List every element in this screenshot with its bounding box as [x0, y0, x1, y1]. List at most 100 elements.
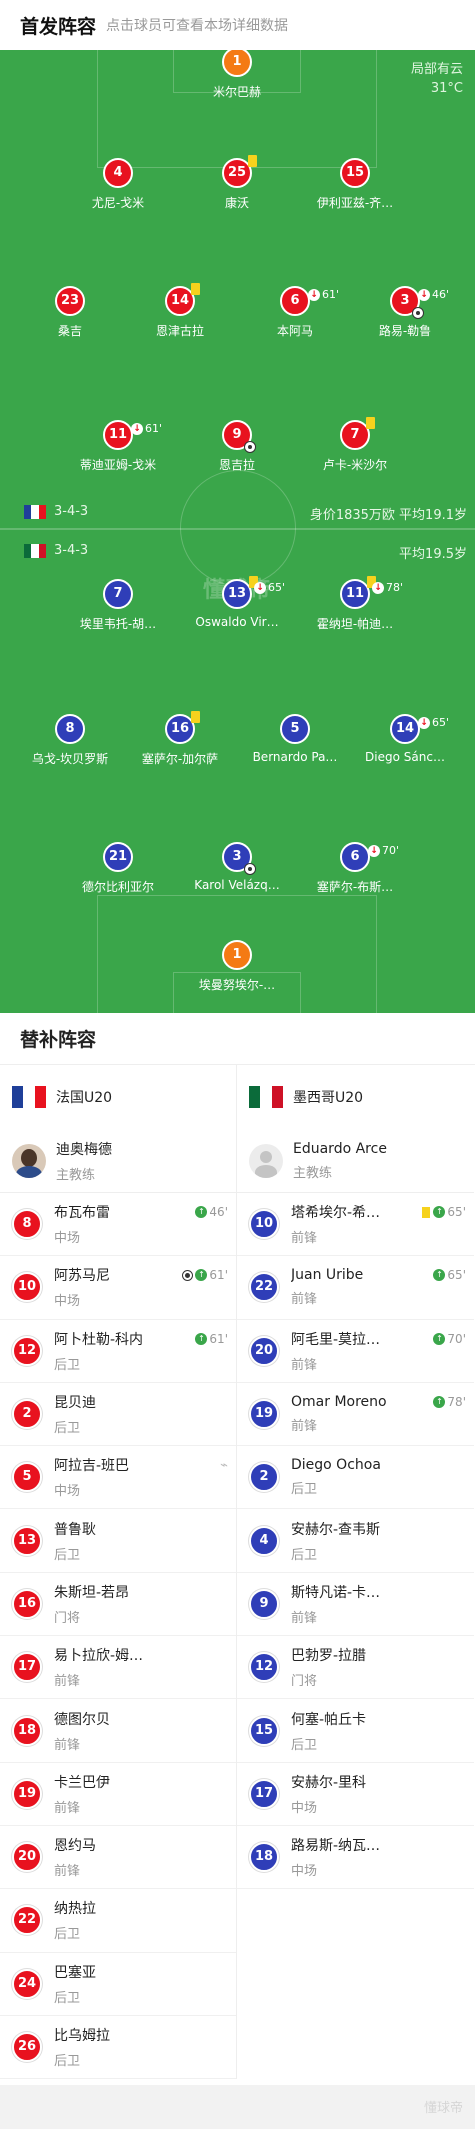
sub-minute: 70' — [382, 844, 400, 857]
player-name: 塞萨尔-加尔萨 — [141, 752, 219, 766]
player-away-def-3[interactable]: 6 ↓ 70' 塞萨尔-布斯… — [295, 842, 415, 895]
player-home-fwd-3[interactable]: 7 卢卡-米沙尔 — [295, 417, 415, 473]
sub-in-icon: ↑ — [433, 1206, 446, 1218]
player-number: 13 — [227, 586, 247, 601]
player-number: 25 — [227, 165, 247, 180]
sub-player-row[interactable]: 18 路易斯-纳瓦… 中场 — [237, 1826, 474, 1890]
player-home-def-1[interactable]: 4 尤尼-戈米 — [58, 158, 178, 211]
sub-player-row[interactable]: 8 布瓦布雷 中场 ↑ 46' — [0, 1193, 236, 1257]
sub-player-row[interactable]: 9 斯特凡诺-卡… 前锋 — [237, 1573, 474, 1637]
sub-player-row[interactable]: 15 何塞-帕丘卡 后卫 — [237, 1699, 474, 1763]
sub-player-position: 后卫 — [54, 1547, 81, 1563]
sub-player-name: 路易斯-纳瓦… — [291, 1838, 381, 1855]
player-away-fwd-2[interactable]: 13 ↓ 65' Oswaldo Vir… — [177, 576, 297, 629]
away-coach-row[interactable]: Eduardo Arce 主教练 — [237, 1129, 474, 1193]
player-away-gk[interactable]: 1 埃曼努埃尔-… — [177, 940, 297, 993]
player-away-fwd-1[interactable]: 7 埃里韦托-胡… — [58, 579, 178, 632]
sub-player-row[interactable]: 22 Juan Uribe 前锋 ↑ 65' — [237, 1256, 474, 1320]
sub-player-number: 16 — [12, 1588, 42, 1619]
sub-player-position: 后卫 — [291, 1737, 318, 1753]
sub-player-name: 德图尔贝 — [54, 1711, 110, 1728]
sub-minute: 65' — [447, 1268, 466, 1283]
sub-player-row[interactable]: 2 Diego Ochoa 后卫 — [237, 1446, 474, 1510]
sub-player-number: 26 — [12, 2032, 42, 2062]
sub-player-number: 17 — [249, 1778, 279, 1809]
sub-event: ↑ 65' — [433, 1268, 466, 1282]
home-team-name: 法国U20 — [56, 1090, 113, 1106]
player-away-mid-4[interactable]: 14 ↓ 65' Diego Sánc… — [345, 714, 465, 764]
player-away-def-2[interactable]: 3 Karol Velázq… — [177, 842, 297, 892]
weather-condition: 局部有云 — [410, 62, 463, 77]
sub-player-row[interactable]: 12 巴勃罗-拉腊 门将 — [237, 1636, 474, 1700]
player-home-mid-2[interactable]: 14 恩津古拉 — [120, 283, 240, 339]
away-team-row: 墨西哥U20 — [237, 1065, 474, 1129]
player-away-fwd-3[interactable]: 11 ↓ 78' 霍纳坦-帕迪… — [295, 576, 415, 632]
sub-event: ↑ 61' — [195, 1332, 228, 1346]
player-away-mid-3[interactable]: 5 Bernardo Pa… — [235, 714, 355, 764]
sub-player-number: 10 — [249, 1209, 279, 1240]
home-coach-row[interactable]: 迪奥梅德 主教练 — [0, 1129, 236, 1193]
player-number: 14 — [395, 721, 415, 736]
sub-player-position: 前锋 — [291, 1231, 318, 1247]
page-footer: 懂球帝 — [0, 2085, 475, 2129]
sub-player-row[interactable]: 5 阿拉吉-班巴 中场 ⌁ — [0, 1446, 236, 1510]
sub-player-row[interactable]: 13 普鲁耿 后卫 — [0, 1509, 236, 1573]
sub-player-position: 门将 — [291, 1674, 318, 1690]
player-home-def-2[interactable]: 25 康沃 — [177, 155, 297, 211]
sub-player-row[interactable]: 12 阿卜杜勒-科内 后卫 ↑ 61' — [0, 1320, 236, 1383]
player-name: 路易-勒鲁 — [378, 324, 432, 338]
sub-player-position: 前锋 — [291, 1419, 318, 1435]
sub-player-row[interactable]: 16 朱斯坦-若昂 门将 — [0, 1573, 236, 1637]
player-home-gk[interactable]: 1 米尔巴赫 — [177, 50, 297, 100]
player-away-def-1[interactable]: 21 德尔比利亚尔 — [58, 842, 178, 895]
sub-player-row[interactable]: 2 昆贝迪 后卫 — [0, 1383, 236, 1447]
player-number: 15 — [340, 158, 370, 188]
player-name: 本阿马 — [276, 324, 313, 338]
player-away-mid-1[interactable]: 8 乌戈-坎贝罗斯 — [10, 714, 130, 767]
player-name: 蒂迪亚姆-戈米 — [79, 458, 157, 472]
player-name: 卢卡-米沙尔 — [322, 458, 388, 472]
sub-player-row[interactable]: 20 恩约马 前锋 — [0, 1826, 236, 1890]
sub-player-row[interactable]: 10 塔希埃尔-希… 前锋 ↑ 65' — [237, 1193, 474, 1257]
away-team-name: 墨西哥U20 — [293, 1090, 364, 1106]
sub-player-row[interactable]: 19 Omar Moreno 前锋 ↑ 78' — [237, 1383, 474, 1447]
player-home-mid-4[interactable]: 3 ↓ 46' 路易-勒鲁 — [345, 286, 465, 339]
yellow-card-icon — [422, 1206, 431, 1218]
player-number: 7 — [103, 579, 133, 609]
sub-player-row[interactable]: 10 阿苏马尼 中场 ↑ 61' — [0, 1256, 236, 1320]
sub-player-number: 22 — [12, 1905, 42, 1936]
player-home-mid-3[interactable]: 6 ↓ 61' 本阿马 — [235, 286, 355, 339]
coach-name: Eduardo Arce — [293, 1140, 387, 1157]
sub-player-name: 卡兰巴伊 — [54, 1774, 110, 1791]
player-away-mid-2[interactable]: 16 塞萨尔-加尔萨 — [120, 711, 240, 767]
sub-player-row[interactable]: 22 纳热拉 后卫 — [0, 1889, 236, 1953]
sub-event: ↑ 61' — [182, 1268, 228, 1282]
home-team-info: 3-4-3 — [24, 504, 88, 519]
sub-player-number: 13 — [12, 1525, 42, 1556]
sub-player-row[interactable]: 17 易卜拉欣-姆… 前锋 — [0, 1636, 236, 1700]
sub-player-position: 中场 — [54, 1294, 81, 1310]
sub-player-row[interactable]: 4 安赫尔-查韦斯 后卫 — [237, 1509, 474, 1573]
sub-player-row[interactable]: 17 安赫尔-里科 中场 — [237, 1763, 474, 1826]
player-number: 4 — [103, 158, 133, 188]
sub-minute: 65' — [268, 581, 286, 594]
sub-player-row[interactable]: 20 阿毛里-莫拉… 前锋 ↑ 70' — [237, 1320, 474, 1383]
sub-player-row[interactable]: 24 巴塞亚 后卫 — [0, 1953, 236, 2016]
france-flag-icon — [12, 1086, 46, 1108]
sub-player-name: 阿毛里-莫拉… — [291, 1331, 381, 1348]
sub-player-row[interactable]: 19 卡兰巴伊 前锋 — [0, 1763, 236, 1826]
yellow-card-icon — [191, 283, 200, 295]
player-home-fwd-2[interactable]: 9 恩吉拉 — [177, 420, 297, 473]
player-name: 乌戈-坎贝罗斯 — [31, 752, 109, 766]
sub-player-number: 5 — [12, 1462, 42, 1493]
player-home-mid-1[interactable]: 23 桑吉 — [10, 286, 130, 339]
player-name: 恩吉拉 — [218, 458, 255, 472]
sub-player-row[interactable]: 18 德图尔贝 前锋 — [0, 1699, 236, 1763]
player-home-def-3[interactable]: 15 伊利亚兹-齐… — [295, 158, 415, 211]
home-team-row: 法国U20 — [0, 1065, 236, 1129]
player-home-fwd-1[interactable]: 11 ↓ 61' 蒂迪亚姆-戈米 — [58, 420, 178, 473]
sub-player-row[interactable]: 26 比乌姆拉 后卫 — [0, 2016, 236, 2080]
sub-player-name: 朱斯坦-若昂 — [54, 1584, 130, 1601]
away-subs-column: 墨西哥U20 Eduardo Arce 主教练 10 塔希埃尔-希… 前锋 ↑ 65' 2… — [237, 1065, 474, 2079]
sub-in-icon: ↑ — [433, 1332, 446, 1345]
